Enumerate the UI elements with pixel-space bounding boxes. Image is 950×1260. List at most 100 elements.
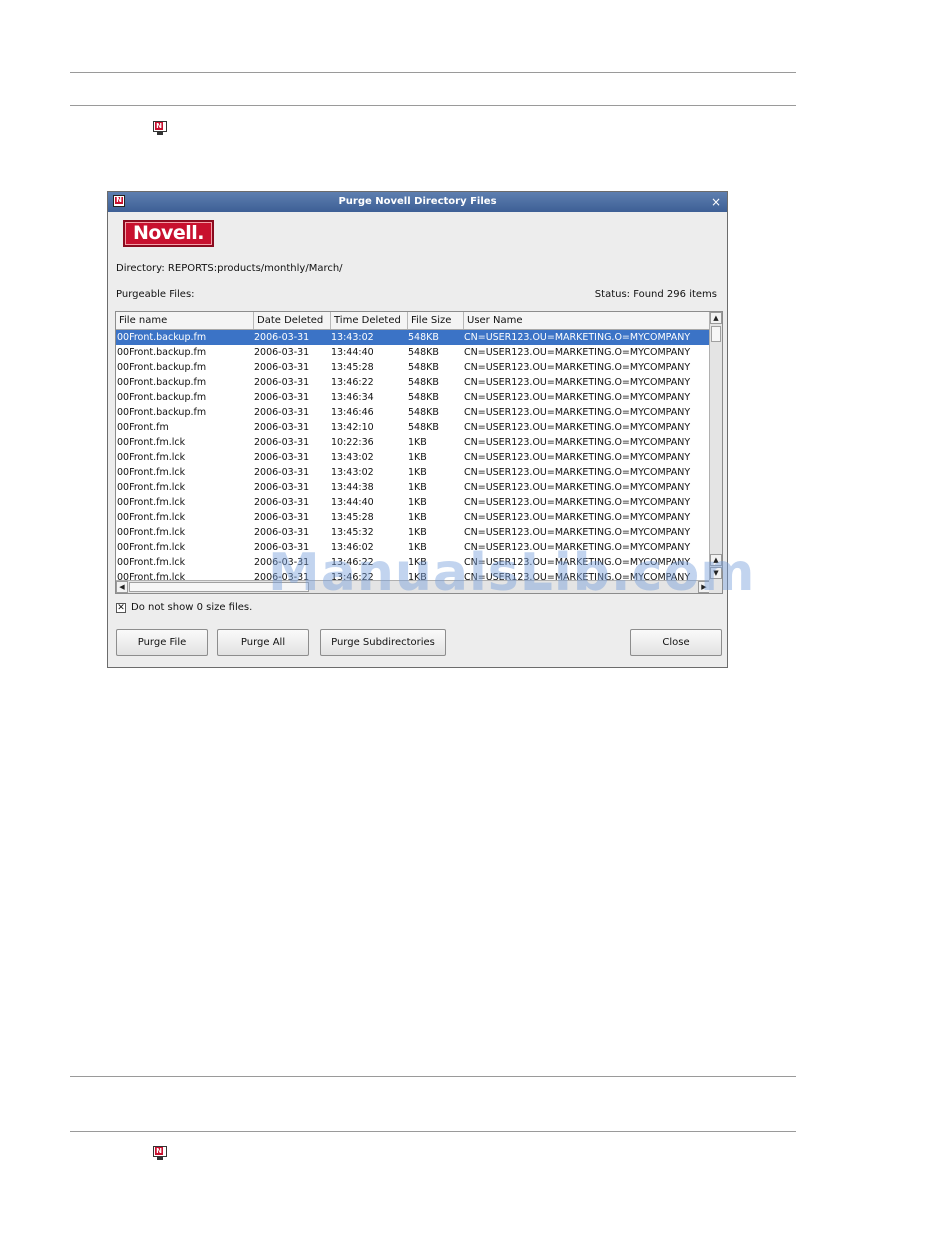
cell-file-size: 548KB <box>408 377 439 388</box>
cell-time-deleted: 13:45:32 <box>331 527 374 538</box>
cell-file-name: 00Front.backup.fm <box>117 407 207 418</box>
cell-user-name: CN=USER123.OU=MARKETING.O=MYCOMPANY <box>464 497 691 508</box>
cell-time-deleted: 13:43:02 <box>331 452 374 463</box>
cell-file-name: 00Front.fm <box>117 422 169 433</box>
title-bar: N Purge Novell Directory Files × <box>108 192 727 212</box>
watermark: ManualsLib.com <box>268 543 756 603</box>
cell-file-name: 00Front.backup.fm <box>117 347 207 358</box>
novell-monitor-icon: N <box>153 121 167 135</box>
directory-value: REPORTS:products/monthly/March/ <box>167 263 343 274</box>
cell-file-name: 00Front.fm.lck <box>117 572 186 580</box>
cell-file-size: 548KB <box>408 407 439 418</box>
purge-subdirectories-button[interactable]: Purge Subdirectories <box>320 629 446 656</box>
cell-user-name: CN=USER123.OU=MARKETING.O=MYCOMPANY <box>464 407 691 418</box>
cell-file-name: 00Front.fm.lck <box>117 557 186 568</box>
cell-user-name: CN=USER123.OU=MARKETING.O=MYCOMPANY <box>464 347 691 358</box>
scroll-up-icon[interactable]: ▲ <box>710 312 722 324</box>
cell-date-deleted: 2006-03-31 <box>254 407 310 418</box>
table-row[interactable]: 00Front.backup.fm 2006-03-31 13:44:40 548KB… <box>116 345 710 360</box>
cell-time-deleted: 13:43:02 <box>331 332 374 343</box>
cell-user-name: CN=USER123.OU=MARKETING.O=MYCOMPANY <box>464 452 691 463</box>
close-icon[interactable]: × <box>711 192 721 212</box>
hide-zero-size-checkbox[interactable]: ✕ <box>116 603 126 613</box>
table-row[interactable]: 00Front.fm 2006-03-31 13:42:10 548KB CN=USER… <box>116 420 710 435</box>
cell-user-name: CN=USER123.OU=MARKETING.O=MYCOMPANY <box>464 512 691 523</box>
cell-time-deleted: 10:22:36 <box>331 437 374 448</box>
header-rule-top <box>70 72 796 73</box>
cell-file-size: 1KB <box>408 467 427 478</box>
cell-file-size: 548KB <box>408 347 439 358</box>
scroll-left-icon[interactable]: ◀ <box>116 581 128 593</box>
cell-file-name: 00Front.fm.lck <box>117 542 186 553</box>
vertical-scroll-thumb[interactable] <box>711 326 721 342</box>
cell-file-name: 00Front.fm.lck <box>117 512 186 523</box>
table-row[interactable]: 00Front.fm.lck 2006-03-31 13:44:38 1KB CN=US… <box>116 480 710 495</box>
cell-file-name: 00Front.fm.lck <box>117 467 186 478</box>
table-row[interactable]: 00Front.fm.lck 2006-03-31 13:44:40 1KB CN=US… <box>116 495 710 510</box>
cell-file-name: 00Front.backup.fm <box>117 332 207 343</box>
cell-file-size: 1KB <box>408 452 427 463</box>
cell-time-deleted: 13:46:46 <box>331 407 374 418</box>
novell-monitor-icon: N <box>153 1146 167 1160</box>
cell-file-name: 00Front.backup.fm <box>117 377 207 388</box>
cell-user-name: CN=USER123.OU=MARKETING.O=MYCOMPANY <box>464 467 691 478</box>
cell-user-name: CN=USER123.OU=MARKETING.O=MYCOMPANY <box>464 422 691 433</box>
cell-file-size: 1KB <box>408 437 427 448</box>
cell-file-name: 00Front.backup.fm <box>117 392 207 403</box>
cell-date-deleted: 2006-03-31 <box>254 437 310 448</box>
table-row[interactable]: 00Front.fm.lck 2006-03-31 10:22:36 1KB CN=US… <box>116 435 710 450</box>
directory-label: Directory: <box>116 263 165 274</box>
cell-file-name: 00Front.fm.lck <box>117 452 186 463</box>
cell-user-name: CN=USER123.OU=MARKETING.O=MYCOMPANY <box>464 332 691 343</box>
column-header-file-name[interactable]: File name <box>116 312 254 329</box>
table-row[interactable]: 00Front.fm.lck 2006-03-31 13:45:32 1KB CN=US… <box>116 525 710 540</box>
hide-zero-size-label[interactable]: Do not show 0 size files. <box>131 602 252 614</box>
cell-user-name: CN=USER123.OU=MARKETING.O=MYCOMPANY <box>464 392 691 403</box>
cell-time-deleted: 13:42:10 <box>331 422 374 433</box>
cell-date-deleted: 2006-03-31 <box>254 347 310 358</box>
column-header-time-deleted[interactable]: Time Deleted <box>331 312 408 329</box>
cell-time-deleted: 13:46:22 <box>331 377 374 388</box>
table-row[interactable]: 00Front.backup.fm 2006-03-31 13:46:46 548KB… <box>116 405 710 420</box>
window-novell-icon: N <box>113 195 125 207</box>
cell-file-name: 00Front.backup.fm <box>117 362 207 373</box>
cell-time-deleted: 13:45:28 <box>331 362 374 373</box>
column-header-user-name[interactable]: User Name <box>464 312 710 329</box>
vertical-scrollbar[interactable]: ▲ ▲ ▼ <box>709 312 722 580</box>
cell-date-deleted: 2006-03-31 <box>254 482 310 493</box>
cell-time-deleted: 13:44:38 <box>331 482 374 493</box>
cell-date-deleted: 2006-03-31 <box>254 332 310 343</box>
cell-file-name: 00Front.fm.lck <box>117 527 186 538</box>
footer-rule-bottom <box>70 1131 796 1132</box>
cell-time-deleted: 13:45:28 <box>331 512 374 523</box>
table-row[interactable]: 00Front.fm.lck 2006-03-31 13:43:02 1KB CN=US… <box>116 465 710 480</box>
column-header-date-deleted[interactable]: Date Deleted <box>254 312 331 329</box>
cell-file-size: 1KB <box>408 527 427 538</box>
cell-time-deleted: 13:44:40 <box>331 347 374 358</box>
cell-file-size: 1KB <box>408 482 427 493</box>
purge-all-button[interactable]: Purge All <box>217 629 309 656</box>
table-row[interactable]: 00Front.fm.lck 2006-03-31 13:43:02 1KB CN=US… <box>116 450 710 465</box>
directory-row: Directory: REPORTS:products/monthly/Marc… <box>116 263 343 275</box>
table-row[interactable]: 00Front.fm.lck 2006-03-31 13:45:28 1KB CN=US… <box>116 510 710 525</box>
table-row[interactable]: 00Front.backup.fm 2006-03-31 13:45:28 548KB… <box>116 360 710 375</box>
cell-date-deleted: 2006-03-31 <box>254 497 310 508</box>
cell-file-size: 1KB <box>408 497 427 508</box>
close-button[interactable]: Close <box>630 629 722 656</box>
purge-file-button[interactable]: Purge File <box>116 629 208 656</box>
cell-date-deleted: 2006-03-31 <box>254 392 310 403</box>
table-row[interactable]: 00Front.backup.fm 2006-03-31 13:46:34 548KB… <box>116 390 710 405</box>
cell-time-deleted: 13:44:40 <box>331 497 374 508</box>
cell-file-name: 00Front.fm.lck <box>117 482 186 493</box>
cell-date-deleted: 2006-03-31 <box>254 527 310 538</box>
cell-date-deleted: 2006-03-31 <box>254 377 310 388</box>
table-row[interactable]: 00Front.backup.fm 2006-03-31 13:43:02 548KB… <box>116 330 710 345</box>
column-header-file-size[interactable]: File Size <box>408 312 464 329</box>
cell-user-name: CN=USER123.OU=MARKETING.O=MYCOMPANY <box>464 362 691 373</box>
dialog-title: Purge Novell Directory Files <box>338 196 497 207</box>
status-text: Status: Found 296 items <box>594 289 717 300</box>
cell-date-deleted: 2006-03-31 <box>254 467 310 478</box>
cell-file-name: 00Front.fm.lck <box>117 497 186 508</box>
table-row[interactable]: 00Front.backup.fm 2006-03-31 13:46:22 548KB… <box>116 375 710 390</box>
cell-date-deleted: 2006-03-31 <box>254 512 310 523</box>
